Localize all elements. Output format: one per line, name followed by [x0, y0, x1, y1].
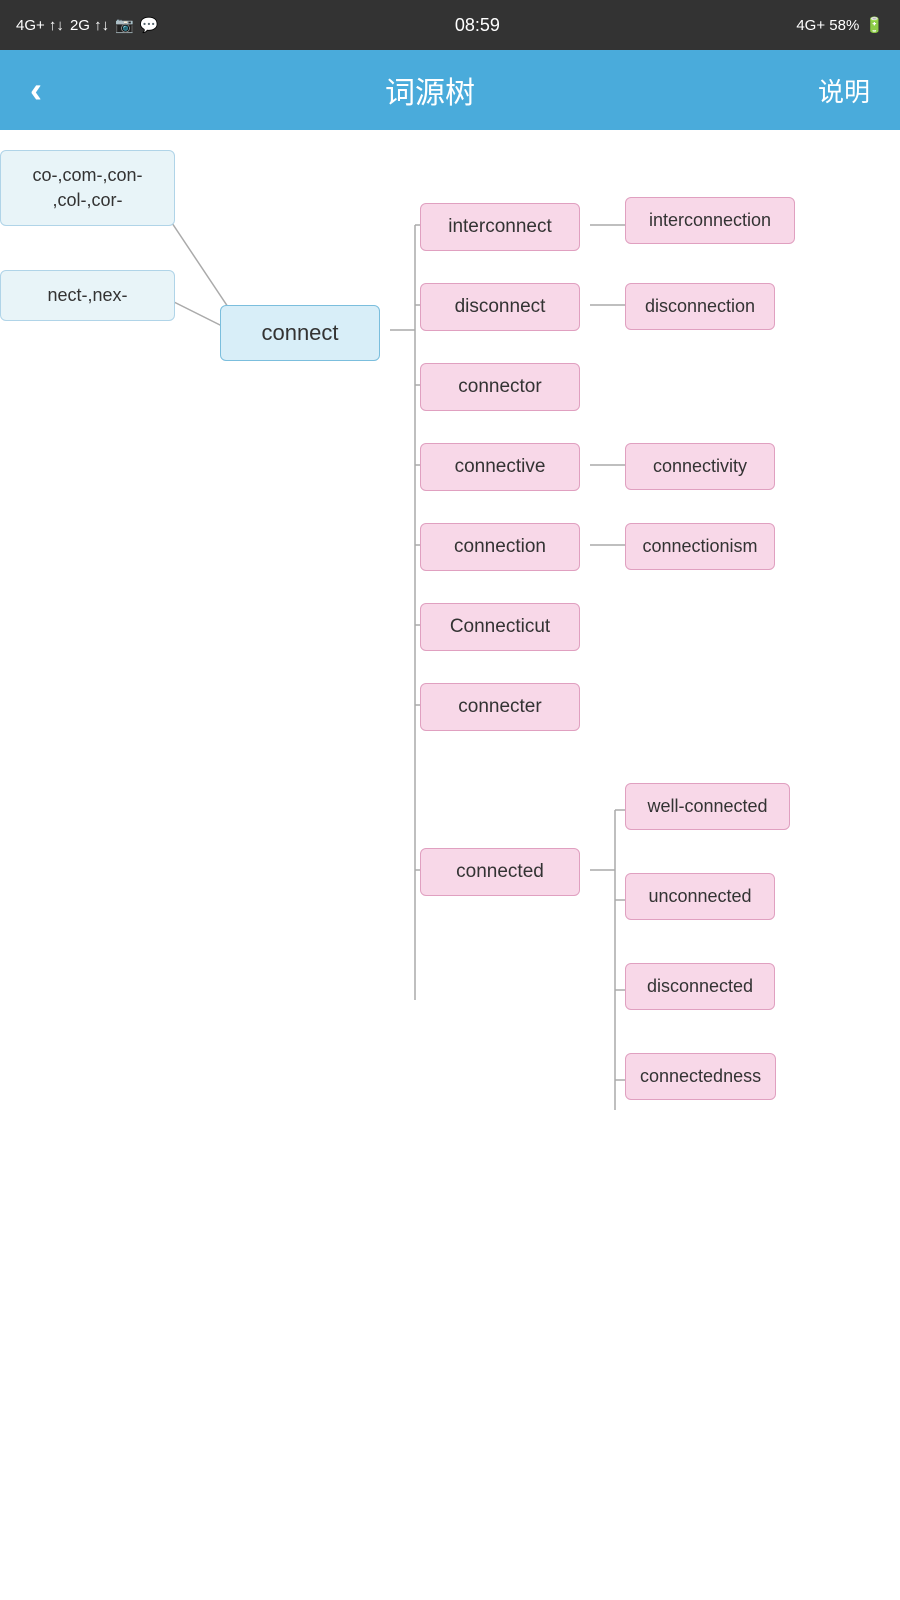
l2-disconnect[interactable]: disconnect — [420, 283, 580, 331]
explain-button[interactable]: 说明 — [818, 72, 870, 109]
l3-connectivity[interactable]: connectivity — [625, 443, 775, 490]
status-left: 4G+ ↑↓ 2G ↑↓ 📷 💬 — [16, 16, 159, 34]
status-bar: 4G+ ↑↓ 2G ↑↓ 📷 💬 08:59 4G+ 58% 🔋 — [0, 0, 900, 50]
l2-connective[interactable]: connective — [420, 443, 580, 491]
l3-well-connected[interactable]: well-connected — [625, 783, 790, 830]
l3-interconnection[interactable]: interconnection — [625, 197, 795, 244]
tree-layout: co-,com-,con-,col-,cor- nect-,nex- conne… — [0, 150, 900, 1170]
status-right: 4G+ 58% 🔋 — [796, 16, 884, 34]
chat-icon: 💬 — [140, 16, 159, 34]
l3-connectionism[interactable]: connectionism — [625, 523, 775, 570]
camera-icon: 📷 — [115, 16, 134, 34]
battery-icon: 🔋 — [865, 16, 884, 34]
header: ‹ 词源树 说明 — [0, 50, 900, 130]
l3-disconnection[interactable]: disconnection — [625, 283, 775, 330]
battery-text: 4G+ 58% — [796, 17, 859, 34]
l3-unconnected[interactable]: unconnected — [625, 873, 775, 920]
l2-connector[interactable]: connector — [420, 363, 580, 411]
l2-connection[interactable]: connection — [420, 523, 580, 571]
signal-icon: 4G+ ↑↓ — [16, 17, 64, 34]
l2-connecter[interactable]: connecter — [420, 683, 580, 731]
back-button[interactable]: ‹ — [30, 72, 42, 108]
l2-interconnect[interactable]: interconnect — [420, 203, 580, 251]
l2-connected[interactable]: connected — [420, 848, 580, 896]
l3-connectedness[interactable]: connectedness — [625, 1053, 776, 1100]
prefix-node-2[interactable]: nect-,nex- — [0, 270, 175, 321]
l2-connecticut[interactable]: Connecticut — [420, 603, 580, 651]
status-time: 08:59 — [455, 15, 500, 36]
page-title: 词源树 — [385, 68, 475, 112]
tree-area: co-,com-,con-,col-,cor- nect-,nex- conne… — [0, 130, 900, 1600]
root-node[interactable]: connect — [220, 305, 380, 361]
signal-2g: 2G ↑↓ — [70, 17, 109, 34]
l3-disconnected[interactable]: disconnected — [625, 963, 775, 1010]
prefix-node-1[interactable]: co-,com-,con-,col-,cor- — [0, 150, 175, 226]
